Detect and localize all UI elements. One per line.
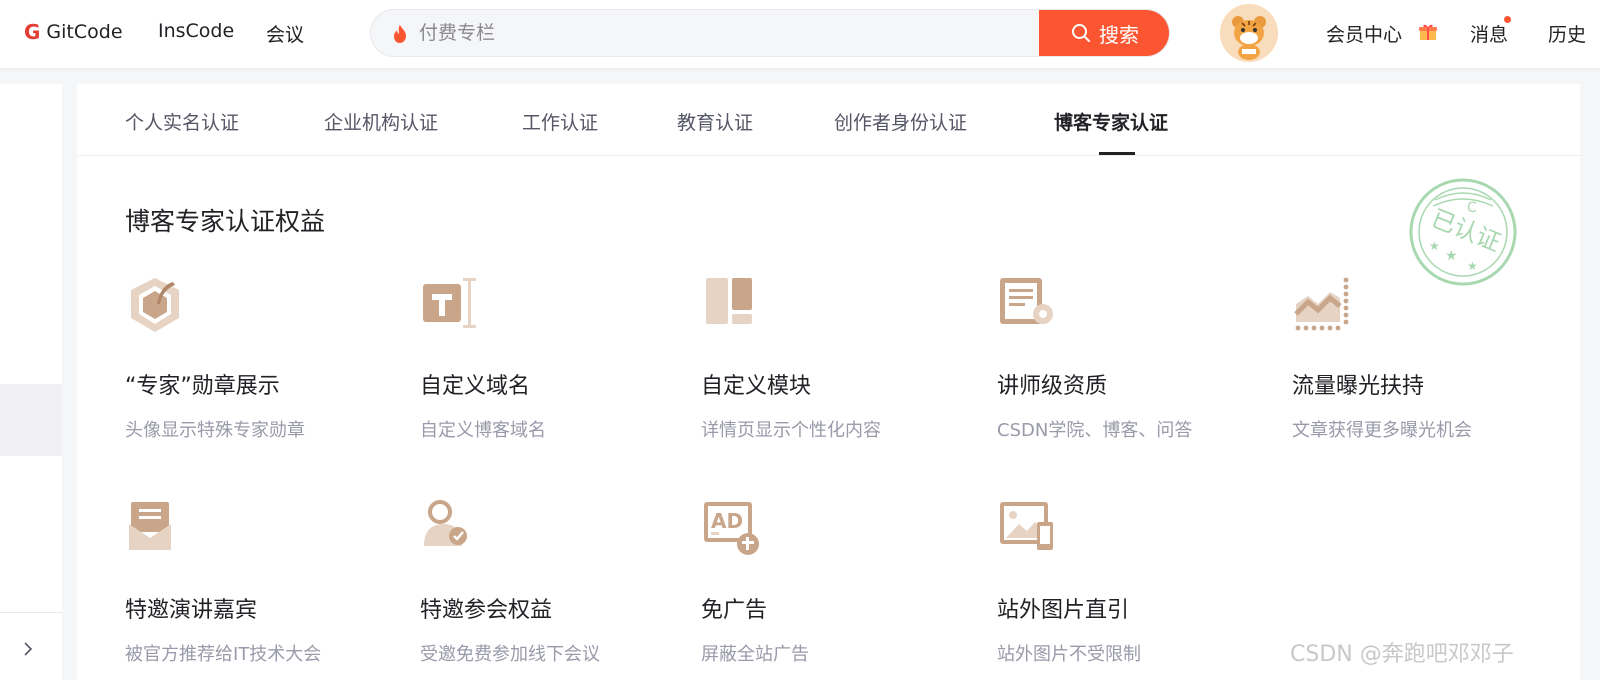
invitation-envelope-icon: [129, 502, 171, 550]
benefit-card-guest-speaker: 特邀演讲嘉宾 被官方推荐给IT技术大会: [125, 498, 405, 680]
benefit-desc: CSDN学院、博客、问答: [997, 420, 1193, 441]
vip-center-link[interactable]: 会员中心: [1326, 20, 1402, 47]
benefit-title: 自定义域名: [420, 374, 531, 399]
left-sidebar: [0, 84, 62, 680]
gift-icon: [1419, 24, 1437, 40]
benefit-desc: 站外图片不受限制: [997, 644, 1141, 665]
top-header: G GitCode InsCode 会议 搜索: [0, 0, 1600, 68]
traffic-chart-icon: [1294, 277, 1349, 331]
chevron-right-icon[interactable]: [20, 640, 36, 658]
svg-text:★: ★: [1445, 248, 1458, 264]
tab-blog-expert-auth[interactable]: 博客专家认证: [1054, 108, 1168, 135]
section-title: 博客专家认证权益: [125, 207, 326, 236]
image-link-icon: [1000, 502, 1053, 550]
benefit-desc: 屏蔽全站广告: [701, 644, 809, 665]
text-domain-icon: [423, 278, 476, 328]
search-bar: 搜索: [370, 9, 1170, 57]
benefit-desc: 被官方推荐给IT技术大会: [125, 644, 322, 665]
svg-text:★: ★: [1429, 239, 1440, 253]
layout-module-icon: [706, 278, 752, 324]
benefit-card-custom-module: 自定义模块 详情页显示个性化内容: [701, 274, 981, 474]
tab-education-auth[interactable]: 教育认证: [677, 108, 753, 135]
benefit-title: 站外图片直引: [997, 598, 1130, 623]
avatar[interactable]: [1220, 4, 1278, 62]
verified-stamp-icon: C 已认证 ★ ★ ★: [1409, 178, 1517, 286]
benefit-title: 特邀参会权益: [420, 598, 553, 623]
benefit-card-expert-badge: “专家”勋章展示 头像显示特殊专家勋章: [125, 274, 405, 474]
main-panel: 个人实名认证 企业机构认证 工作认证 教育认证 创作者身份认证 博客专家认证 博…: [77, 84, 1580, 680]
nav-inscode[interactable]: InsCode: [158, 20, 234, 42]
benefit-title: 自定义模块: [701, 374, 812, 399]
tab-enterprise-auth[interactable]: 企业机构认证: [324, 108, 438, 135]
svg-text:AD: AD: [711, 509, 743, 533]
benefit-title: 特邀演讲嘉宾: [125, 598, 258, 623]
search-icon: [1072, 24, 1090, 42]
auth-tabs: 个人实名认证 企业机构认证 工作认证 教育认证 创作者身份认证 博客专家认证: [77, 84, 1580, 156]
search-input[interactable]: [419, 10, 979, 56]
benefit-title: 流量曝光扶持: [1292, 374, 1425, 399]
fire-icon: [394, 25, 406, 43]
benefit-card-conference: 特邀参会权益 受邀免费参加线下会议: [420, 498, 700, 680]
nav-meeting[interactable]: 会议: [266, 20, 304, 47]
history-link[interactable]: 历史: [1548, 20, 1586, 47]
tab-work-auth[interactable]: 工作认证: [522, 108, 598, 135]
active-tab-indicator: [1099, 152, 1135, 155]
brand-label: GitCode: [46, 21, 123, 43]
benefit-title: 免广告: [701, 598, 768, 623]
benefit-title: “专家”勋章展示: [125, 374, 280, 399]
benefit-desc: 详情页显示个性化内容: [701, 420, 881, 441]
search-button[interactable]: 搜索: [1039, 10, 1169, 56]
sidebar-divider: [0, 612, 62, 613]
messages-link[interactable]: 消息: [1470, 20, 1508, 47]
vip-center-label: 会员中心: [1326, 24, 1403, 46]
benefit-desc: 头像显示特殊专家勋章: [125, 420, 305, 441]
certificate-gear-icon: [1000, 278, 1053, 324]
benefit-card-custom-domain: 自定义域名 自定义博客域名: [420, 274, 700, 474]
tiger-avatar-icon: [1220, 4, 1278, 62]
unread-dot: [1504, 16, 1511, 23]
guest-verified-icon: [424, 500, 467, 546]
tab-personal-auth[interactable]: 个人实名认证: [125, 108, 239, 135]
gitcode-logo-icon: G: [24, 20, 41, 44]
search-button-label: 搜索: [1099, 22, 1139, 47]
svg-text:★: ★: [1467, 259, 1478, 273]
benefit-card-image-link: 站外图片直引 站外图片不受限制: [997, 498, 1277, 680]
benefit-card-lecturer: 讲师级资质 CSDN学院、博客、问答: [997, 274, 1277, 474]
benefit-desc: 受邀免费参加线下会议: [420, 644, 600, 665]
benefit-desc: 文章获得更多曝光机会: [1292, 420, 1472, 441]
sidebar-active-item[interactable]: [0, 384, 62, 456]
ad-free-icon: AD: [704, 502, 759, 555]
benefit-desc: 自定义博客域名: [420, 420, 546, 441]
stamp-letter: C: [1467, 200, 1477, 216]
tab-creator-auth[interactable]: 创作者身份认证: [834, 108, 967, 135]
hexagon-badge-icon: [131, 278, 179, 332]
watermark: CSDN @奔跑吧邓邓子: [1290, 642, 1514, 667]
gitcode-link[interactable]: G GitCode: [24, 20, 123, 44]
benefit-card-ad-free: AD 免广告 屏蔽全站广告: [701, 498, 981, 680]
benefit-title: 讲师级资质: [997, 374, 1108, 399]
benefit-card-traffic: 流量曝光扶持 文章获得更多曝光机会: [1292, 274, 1572, 474]
